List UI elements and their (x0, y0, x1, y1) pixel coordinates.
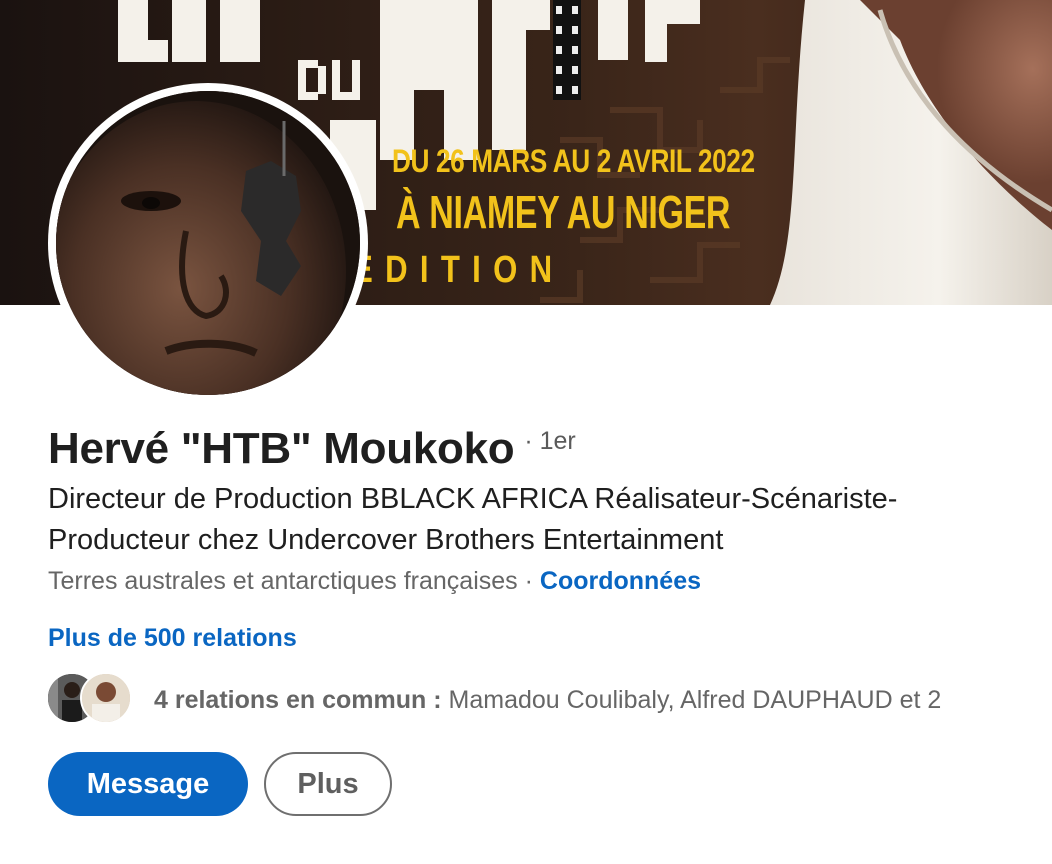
connection-degree-badge: · 1er (524, 427, 576, 455)
mutual-connections-link[interactable]: 4 relations en commun : Mamadou Coulibal… (48, 670, 1052, 730)
location-separator: · (517, 567, 540, 595)
mutual-avatars-stack (48, 670, 144, 730)
profile-location: Terres australes et antarctiques françai… (48, 567, 518, 595)
profile-card: DU 26 MARS AU 2 AVRIL 2022 À NIAMEY AU N… (0, 0, 1052, 864)
banner-dates-text: DU 26 MARS AU 2 AVRIL 2022 (392, 143, 755, 179)
mutual-connections-text: 4 relations en commun : Mamadou Coulibal… (154, 686, 941, 715)
profile-headline: Directeur de Production BBLACK AFRICA Ré… (48, 483, 898, 556)
profile-photo[interactable] (48, 83, 368, 403)
mutual-connections-count: 4 relations en commun : (154, 685, 442, 714)
contact-info-link[interactable]: Coordonnées (540, 567, 701, 595)
profile-name: Hervé "HTB" Moukoko (48, 424, 515, 473)
mutual-avatar (80, 672, 132, 724)
banner-edition-text: EDITION (352, 249, 565, 291)
message-button[interactable]: Message (48, 752, 248, 816)
name-row: Hervé "HTB" Moukoko · 1er (48, 424, 576, 474)
mutual-connections-names: Mamadou Coulibaly, Alfred DAUPHAUD et 2 (441, 685, 942, 714)
more-button[interactable]: Plus (264, 752, 392, 816)
profile-photo-image (56, 91, 360, 395)
location-row: Terres australes et antarctiques françai… (48, 567, 701, 596)
banner-location-text: À NIAMEY AU NIGER (396, 186, 731, 238)
connections-count-link[interactable]: Plus de 500 relations (48, 624, 297, 653)
